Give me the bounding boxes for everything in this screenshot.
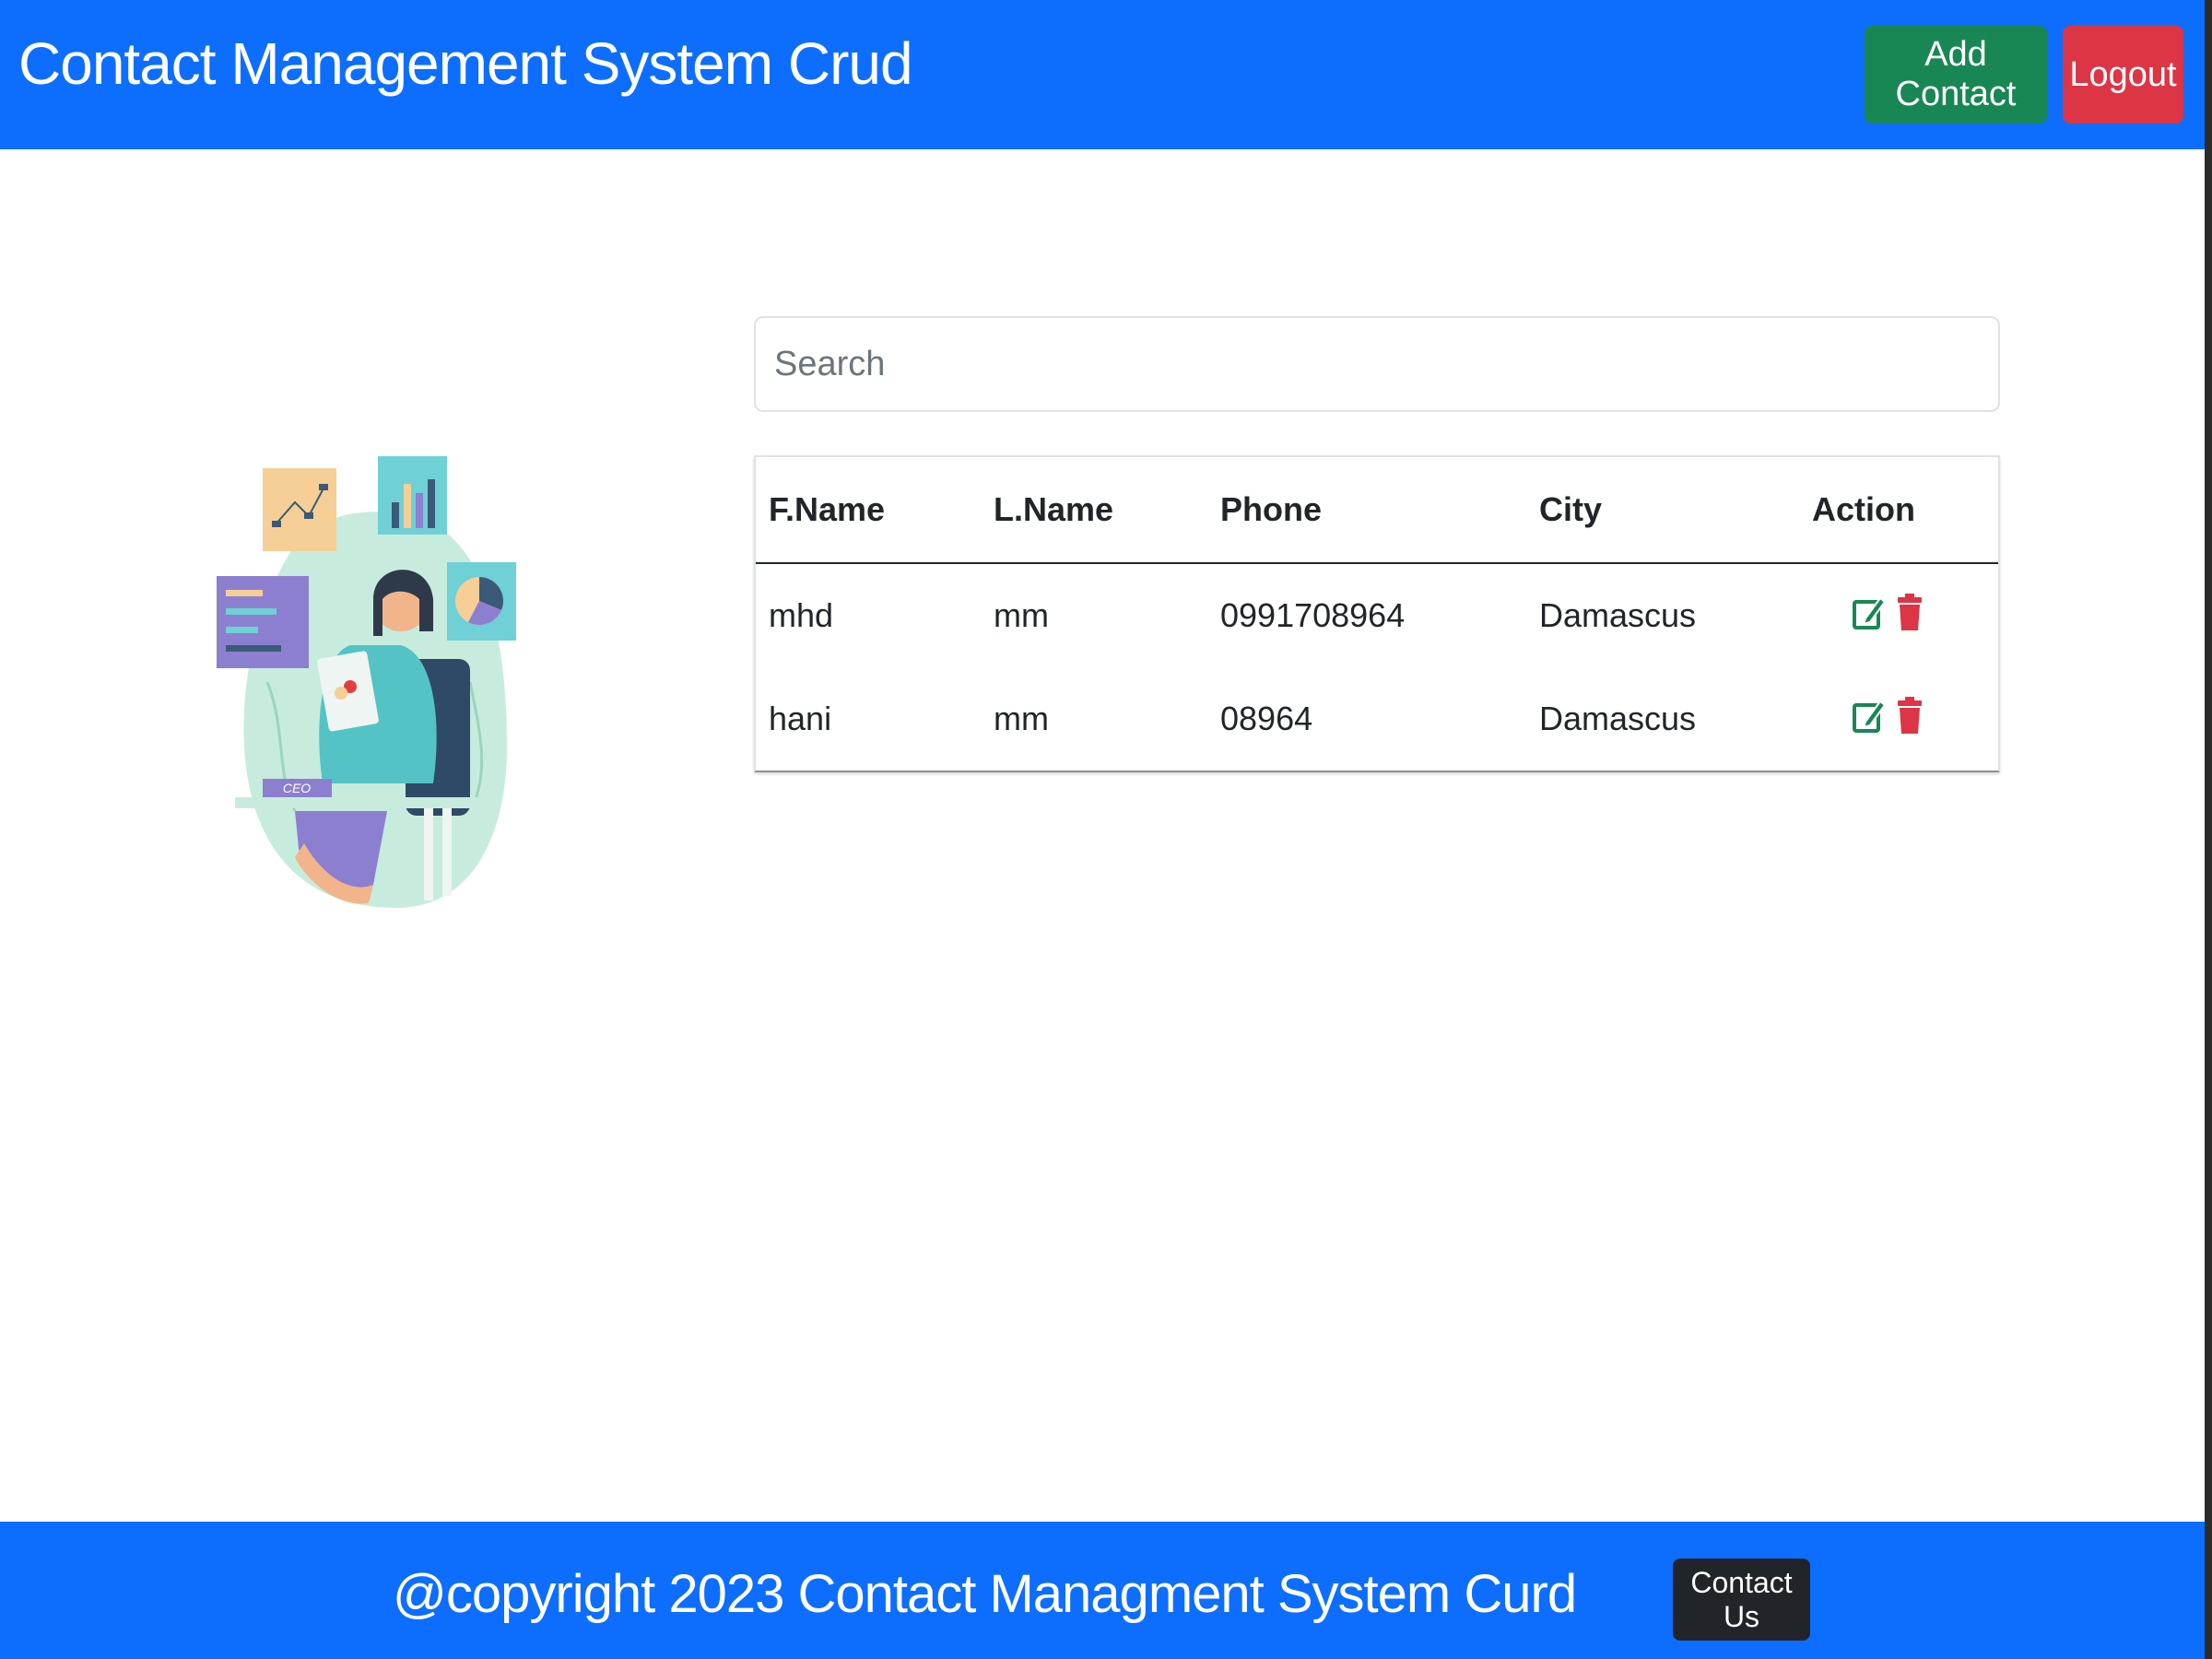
header-action: Action	[1799, 457, 1998, 564]
logout-button[interactable]: Logout	[2063, 26, 2183, 124]
cell-lname: mm	[994, 596, 1049, 634]
office-illustration: CEO	[217, 456, 516, 908]
header-fname: F.Name	[756, 457, 981, 564]
cell-action	[1799, 563, 1998, 667]
cell-lname: mm	[994, 700, 1049, 737]
cell-fname: hani	[769, 700, 832, 737]
cell-city: Damascus	[1539, 596, 1697, 634]
cell-fname: mhd	[769, 596, 834, 634]
cell-action	[1799, 667, 1998, 771]
contact-us-button[interactable]: Contact Us	[1673, 1559, 1810, 1641]
table-row: mhd mm 0991708964 Damascus	[756, 563, 1998, 667]
table-header-row: F.Name L.Name Phone City Action	[756, 457, 1998, 564]
header-phone: Phone	[1207, 457, 1526, 564]
trash-icon[interactable]	[1897, 593, 1923, 640]
copyright-text: @copyright 2023 Contact Managment System…	[393, 1564, 1577, 1624]
navbar: Contact Management System Crud Add Conta…	[0, 0, 2205, 149]
footer: @copyright 2023 Contact Managment System…	[0, 1522, 2205, 1659]
edit-icon[interactable]	[1853, 696, 1887, 743]
header-lname: L.Name	[981, 457, 1207, 564]
cell-phone: 08964	[1220, 700, 1313, 737]
cell-city: Damascus	[1539, 700, 1697, 737]
contacts-table: F.Name L.Name Phone City Action mhd mm 0…	[754, 455, 2000, 772]
trash-icon[interactable]	[1897, 696, 1923, 743]
edit-icon[interactable]	[1853, 593, 1887, 640]
add-contact-button[interactable]: Add Contact	[1865, 26, 2047, 124]
ceo-plate: CEO	[283, 781, 311, 795]
navbar-brand[interactable]: Contact Management System Crud	[18, 29, 913, 98]
header-city: City	[1526, 457, 1799, 564]
search-input[interactable]	[754, 316, 2000, 412]
window-edge	[2205, 0, 2212, 1659]
cell-phone: 0991708964	[1220, 596, 1406, 634]
table-row: hani mm 08964 Damascus	[756, 667, 1998, 771]
